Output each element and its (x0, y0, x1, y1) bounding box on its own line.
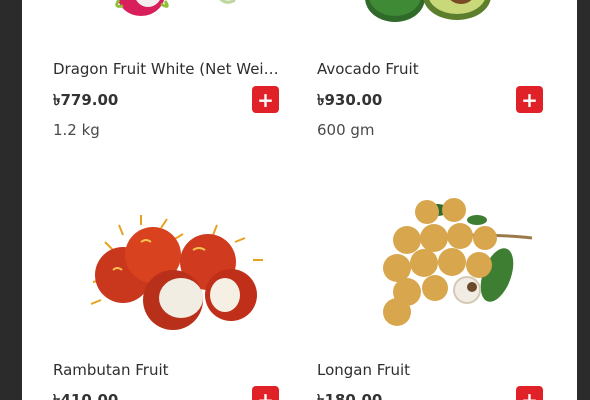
product-price: ৳180.00 (317, 391, 383, 400)
product-price: ৳779.00 (53, 91, 119, 109)
add-to-cart-button[interactable]: + (516, 386, 543, 400)
product-price: ৳410.00 (53, 391, 119, 400)
product-name[interactable]: Avocado Fruit (317, 59, 549, 79)
product-card-longan[interactable]: Longan Fruit ৳180.00 + (317, 180, 567, 400)
product-weight: 600 gm (317, 121, 375, 139)
product-grid: Dragon Fruit White (Net Weight 1.2 kg) ৳… (22, 0, 577, 400)
product-weight: 1.2 kg (53, 121, 100, 139)
longan-image[interactable] (317, 180, 567, 350)
product-name[interactable]: Longan Fruit (317, 360, 549, 380)
product-card-rambutan[interactable]: Rambutan Fruit ৳410.00 + (53, 180, 303, 400)
avocado-image[interactable] (317, 0, 567, 24)
dragon-fruit-image[interactable] (53, 0, 303, 20)
add-to-cart-button[interactable]: + (252, 386, 279, 400)
add-to-cart-button[interactable]: + (516, 86, 543, 113)
product-name[interactable]: Dragon Fruit White (Net Weight 1.2 kg) (53, 59, 285, 79)
rambutan-image[interactable] (53, 180, 303, 350)
product-card-dragon-fruit[interactable]: Dragon Fruit White (Net Weight 1.2 kg) ৳… (53, 0, 303, 150)
add-to-cart-button[interactable]: + (252, 86, 279, 113)
product-name[interactable]: Rambutan Fruit (53, 360, 285, 380)
product-price: ৳930.00 (317, 91, 383, 109)
product-card-avocado[interactable]: Avocado Fruit ৳930.00 + 600 gm (317, 0, 567, 150)
